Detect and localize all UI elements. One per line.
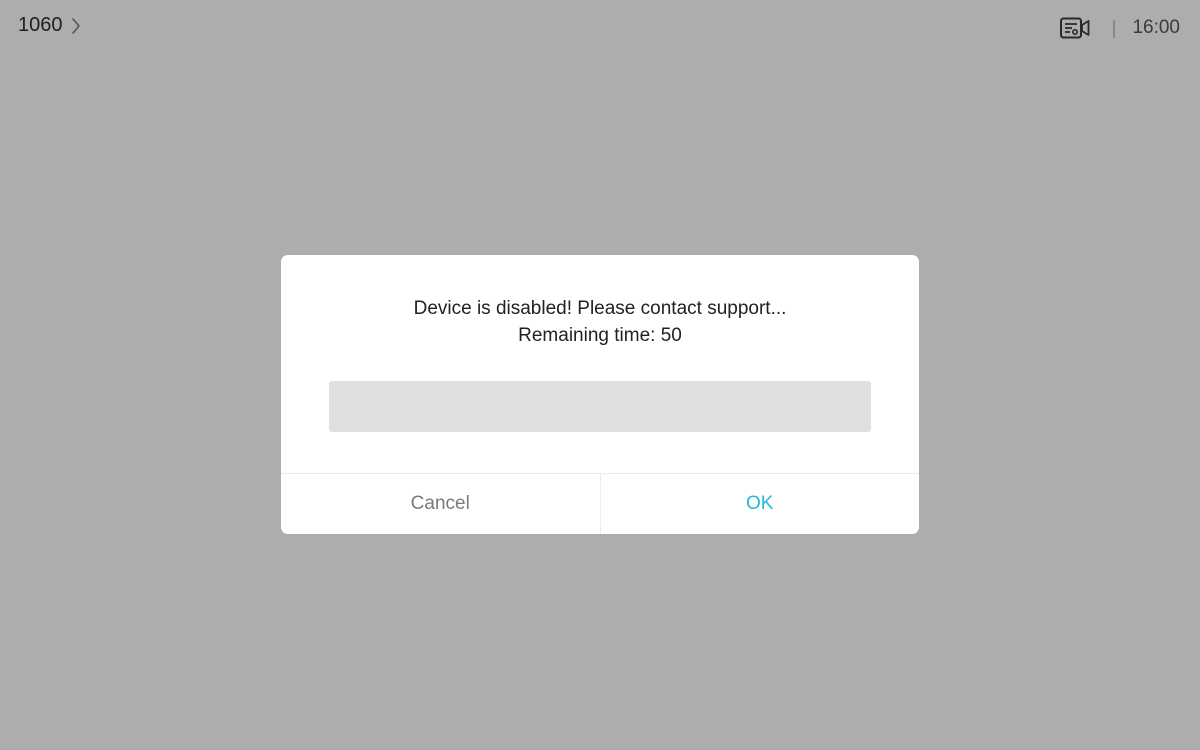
status-separator: | [1111, 17, 1117, 38]
progress-bar [329, 381, 871, 432]
clock: 16:00 [1132, 17, 1180, 38]
dialog-message-text: Device is disabled! Please contact suppo… [413, 298, 787, 319]
device-disabled-dialog: Device is disabled! Please contact suppo… [281, 255, 919, 534]
top-bar: 1060 | 16:00 [0, 0, 1200, 56]
chevron-right-icon [71, 17, 81, 35]
dialog-actions: Cancel OK [281, 473, 919, 534]
device-id-button[interactable]: 1060 [18, 14, 81, 37]
remaining-time-text: Remaining time: 50 [518, 325, 682, 346]
device-id-label: 1060 [18, 14, 63, 36]
ok-button[interactable]: OK [600, 474, 919, 534]
dialog-message: Device is disabled! Please contact suppo… [281, 295, 919, 349]
video-camera-settings-icon[interactable] [1059, 17, 1090, 39]
status-area: | 16:00 [1059, 14, 1180, 42]
cancel-button[interactable]: Cancel [281, 474, 601, 534]
